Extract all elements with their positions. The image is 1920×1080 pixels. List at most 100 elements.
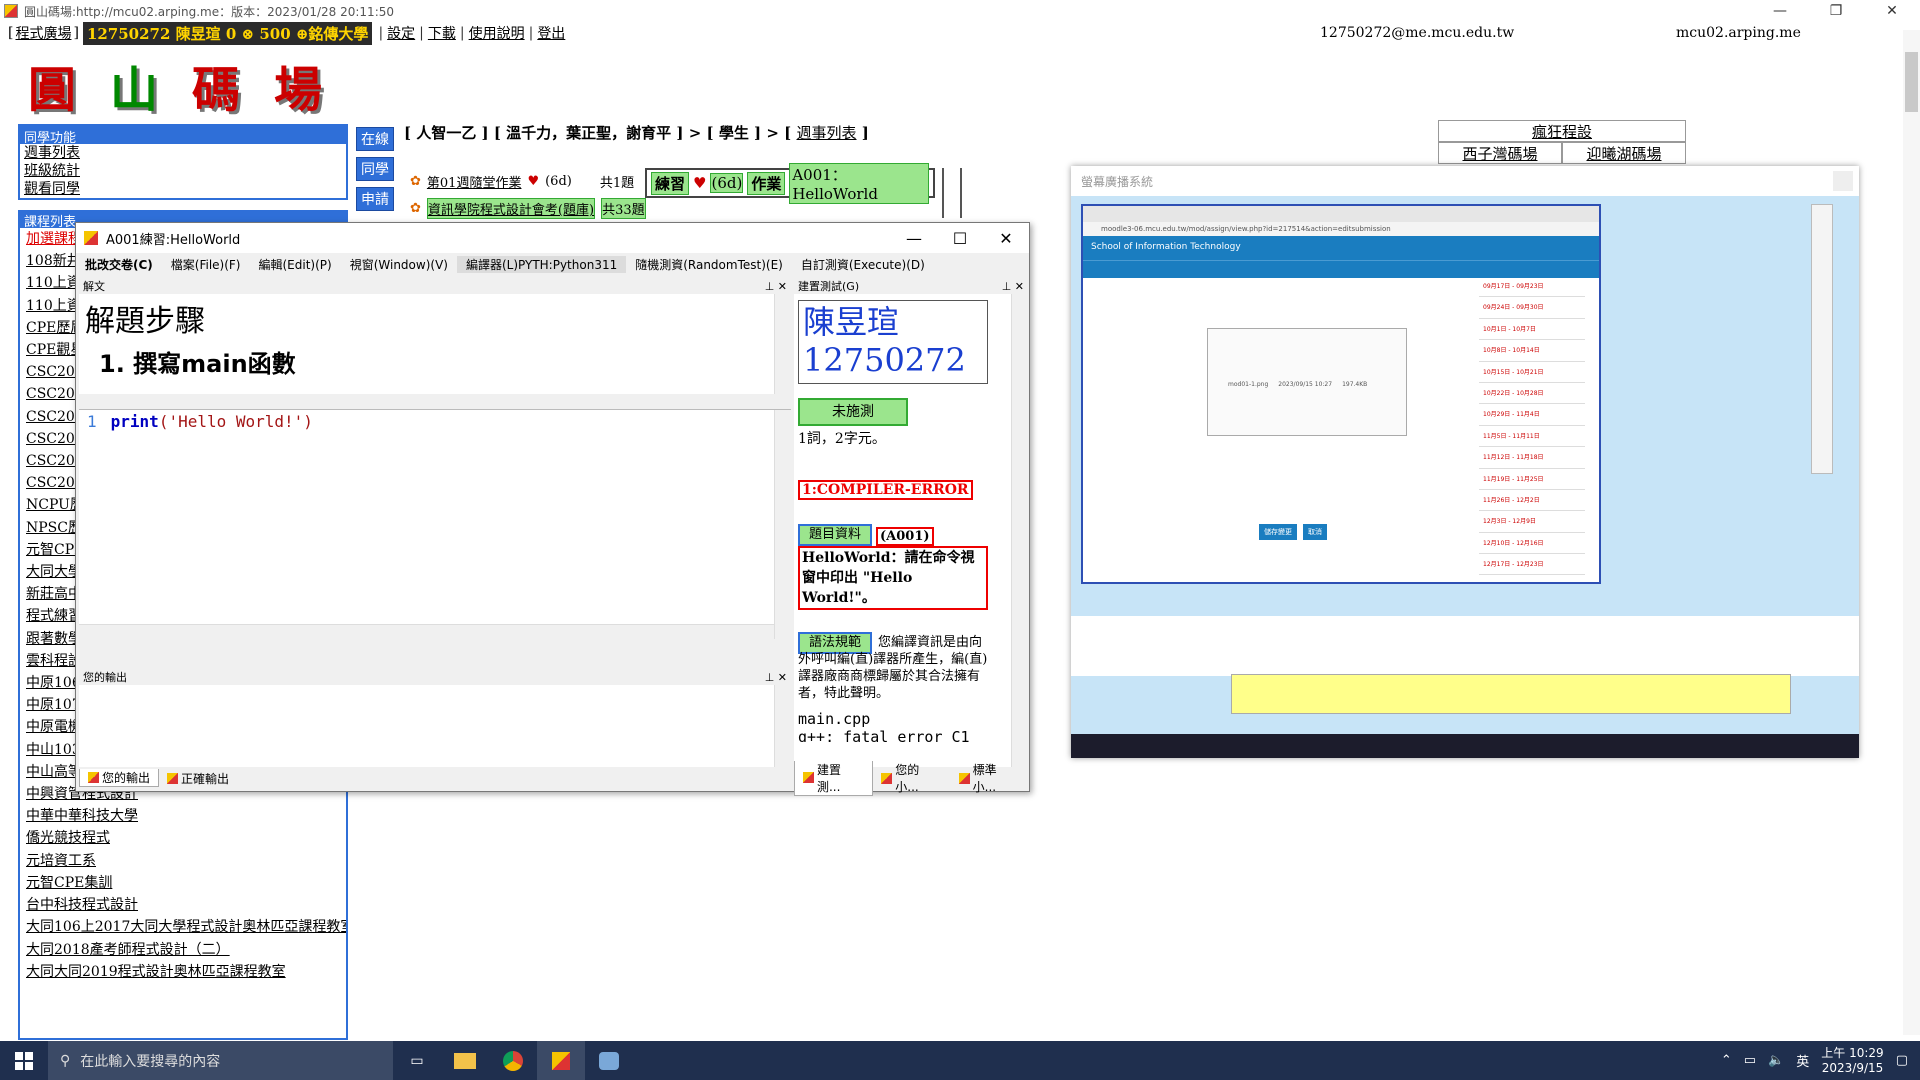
pin-close-icons[interactable]: ⊥ ✕ bbox=[765, 671, 787, 684]
online-button[interactable]: 在線 bbox=[356, 127, 394, 151]
arping-app-icon[interactable] bbox=[537, 1041, 585, 1080]
problem-header: 練習 ♥ (6d) 作業 A001：HelloWorld bbox=[645, 162, 935, 204]
solution-pane: 解題步驟 1. 撰寫main函數 bbox=[79, 294, 791, 394]
menu-custom-test[interactable]: 自訂測資(Execute)(D) bbox=[792, 256, 934, 273]
classmates-button[interactable]: 同學 bbox=[356, 157, 394, 181]
network-icon[interactable]: ▭ bbox=[1744, 1053, 1756, 1068]
flower-icon: ✿ bbox=[410, 201, 421, 216]
course-link[interactable]: 僑光競技程式 bbox=[20, 827, 346, 849]
settings-link[interactable]: 設定 bbox=[387, 23, 415, 43]
menu-edit[interactable]: 編輯(Edit)(P) bbox=[250, 256, 341, 273]
editor-hscroll[interactable] bbox=[79, 624, 774, 639]
windows-start-icon[interactable] bbox=[0, 1041, 48, 1080]
word-count: 1詞，2字元。 bbox=[798, 431, 886, 447]
practice-days: (6d) bbox=[710, 173, 744, 193]
menu-window[interactable]: 視窗(Window)(V) bbox=[341, 256, 457, 273]
tray-chevron-icon[interactable]: ⌃ bbox=[1721, 1053, 1732, 1068]
pin-close-icons[interactable]: ⊥ ✕ bbox=[765, 280, 787, 293]
problem-link[interactable]: A001：HelloWorld bbox=[789, 162, 929, 204]
shared-week-item: 10月15日 - 10月21日 bbox=[1479, 362, 1585, 383]
crazy-programming-link[interactable]: 瘋狂程設 bbox=[1438, 120, 1686, 142]
file-explorer-icon[interactable] bbox=[441, 1041, 489, 1080]
editor-vscroll[interactable] bbox=[774, 410, 791, 639]
close-icon[interactable]: ✕ bbox=[1864, 0, 1920, 22]
menu-submit[interactable]: 批改交卷(C) bbox=[76, 256, 162, 273]
build-pane-title: 建置測試(G) bbox=[798, 280, 860, 293]
shared-file-size: 197.4KB bbox=[1342, 381, 1368, 388]
menu-file[interactable]: 檔案(File)(F) bbox=[162, 256, 250, 273]
volume-icon[interactable]: 🔈 bbox=[1768, 1053, 1784, 1068]
task-view-icon[interactable]: ▭ bbox=[393, 1041, 441, 1080]
homework-title[interactable]: 資訊學院程式設計會考(題庫) bbox=[426, 198, 596, 219]
course-link[interactable]: 大同大同2019程式設計奧林匹亞課程教室 bbox=[20, 961, 346, 983]
homework-row[interactable]: ✿ 第01週隨堂作業 ♥ (6d) 共1題 bbox=[410, 172, 634, 191]
chrome-icon[interactable] bbox=[489, 1041, 537, 1080]
breadcrumb-weekly-link[interactable]: 週事列表 bbox=[797, 124, 857, 142]
plaza-link[interactable]: 程式廣場 bbox=[15, 23, 71, 43]
shared-week-item: 11月12日 - 11月18日 bbox=[1479, 447, 1585, 469]
shared-week-item: 09月24日 - 09月30日 bbox=[1479, 297, 1585, 319]
restore-icon[interactable]: ❐ bbox=[1808, 0, 1864, 22]
shared-spreadsheet bbox=[1231, 674, 1791, 714]
course-link[interactable]: 元培資工系 bbox=[20, 850, 346, 872]
homework-row[interactable]: ✿ 資訊學院程式設計會考(題庫) 共33題 bbox=[410, 198, 646, 219]
problem-info-button[interactable]: 題目資料 bbox=[798, 524, 872, 546]
class-stats-link[interactable]: 班級統計 bbox=[20, 162, 346, 180]
share-title: 螢幕廣播系統 bbox=[1081, 174, 1154, 189]
course-link[interactable]: 中華中華科技大學 bbox=[20, 805, 346, 827]
tab-standard-small[interactable]: 標準小... bbox=[951, 761, 1028, 795]
shared-week-list: 09月17日 - 09月23日 09月24日 - 09月30日 10月1日 - 10… bbox=[1479, 276, 1585, 576]
shared-week-item: 12月17日 - 12月23日 bbox=[1479, 554, 1585, 576]
shared-save-button: 儲存變更 bbox=[1259, 524, 1297, 540]
course-link[interactable]: 大同106上2017大同大學程式設計奧林匹亞課程教室 bbox=[20, 916, 346, 938]
view-classmates-link[interactable]: 觀看同學 bbox=[20, 180, 346, 198]
pin-close-icons[interactable]: ⊥ ✕ bbox=[1002, 280, 1024, 293]
breadcrumb-prefix: [ 人智一乙 ] [ 溫千力，葉正聖，謝育平 ] > [ 學生 ] > [ bbox=[404, 124, 797, 142]
xiziwan-link[interactable]: 西子灣碼場 bbox=[1438, 142, 1562, 164]
ime-indicator[interactable]: 英 bbox=[1796, 1051, 1809, 1070]
minimize-icon[interactable]: — bbox=[1752, 0, 1808, 22]
shared-week-item: 11月5日 - 11月11日 bbox=[1479, 426, 1585, 448]
flower-icon: ✿ bbox=[410, 174, 421, 189]
download-link[interactable]: 下載 bbox=[428, 23, 456, 43]
code-editor[interactable]: 1 print('Hello World!') bbox=[79, 409, 791, 639]
homework-title[interactable]: 第01週隨堂作業 bbox=[427, 172, 522, 191]
share-close-icon[interactable] bbox=[1833, 171, 1853, 191]
broadcast-app-icon[interactable] bbox=[585, 1041, 633, 1080]
test-status-button[interactable]: 未施測 bbox=[798, 398, 908, 426]
logout-link[interactable]: 登出 bbox=[537, 23, 565, 43]
apply-button[interactable]: 申請 bbox=[356, 187, 394, 211]
tab-build-test[interactable]: 建置測... bbox=[794, 760, 874, 796]
clock[interactable]: 上午 10:29 2023/9/15 bbox=[1821, 1046, 1883, 1076]
weekly-list-link[interactable]: 週事列表 bbox=[20, 144, 346, 162]
shared-cancel-button: 取消 bbox=[1303, 524, 1327, 540]
solution-scrollbar[interactable] bbox=[774, 294, 791, 394]
dialog-minimize-icon[interactable]: — bbox=[891, 229, 937, 248]
menu-compiler[interactable]: 編譯器(L)PYTH:Python311 bbox=[456, 255, 627, 273]
output-pane-title: 您的輸出 bbox=[83, 671, 127, 684]
student-id: 12750272 bbox=[803, 341, 966, 379]
taskbar-search[interactable]: ⚲ 在此輸入要搜尋的內容 bbox=[48, 1041, 393, 1080]
course-link[interactable]: 台中科技程式設計 bbox=[20, 894, 346, 916]
build-scrollbar[interactable] bbox=[1011, 294, 1028, 767]
shared-week-item: 12月3日 - 12月9日 bbox=[1479, 511, 1585, 533]
site-logo: 圓 山 碼 場 bbox=[28, 50, 328, 118]
page-scrollbar[interactable] bbox=[1903, 30, 1920, 1035]
help-link[interactable]: 使用說明 bbox=[469, 23, 525, 43]
output-scrollbar[interactable] bbox=[774, 685, 791, 767]
dialog-maximize-icon[interactable]: ☐ bbox=[937, 229, 983, 248]
code-args: ('Hello World!') bbox=[158, 412, 313, 431]
tab-your-small[interactable]: 您的小... bbox=[873, 761, 950, 795]
breadcrumb-suffix: ] bbox=[856, 124, 869, 142]
course-link[interactable]: 元智CPE集訓 bbox=[20, 872, 346, 894]
dialog-close-icon[interactable]: ✕ bbox=[983, 229, 1029, 248]
heart-icon: ♥ bbox=[527, 174, 540, 189]
yingxihu-link[interactable]: 迎曦湖碼場 bbox=[1562, 142, 1686, 164]
shared-week-item: 10月1日 - 10月7日 bbox=[1479, 319, 1585, 341]
tab-your-output[interactable]: 您的輸出 bbox=[79, 769, 160, 787]
course-link[interactable]: 大同2018產考師程式設計（二） bbox=[20, 939, 346, 961]
page-scroll-thumb[interactable] bbox=[1905, 52, 1918, 112]
notification-icon[interactable]: ▢ bbox=[1896, 1053, 1908, 1068]
menu-random-test[interactable]: 隨機測資(RandomTest)(E) bbox=[626, 256, 792, 273]
tab-correct-output[interactable]: 正確輸出 bbox=[159, 770, 237, 787]
